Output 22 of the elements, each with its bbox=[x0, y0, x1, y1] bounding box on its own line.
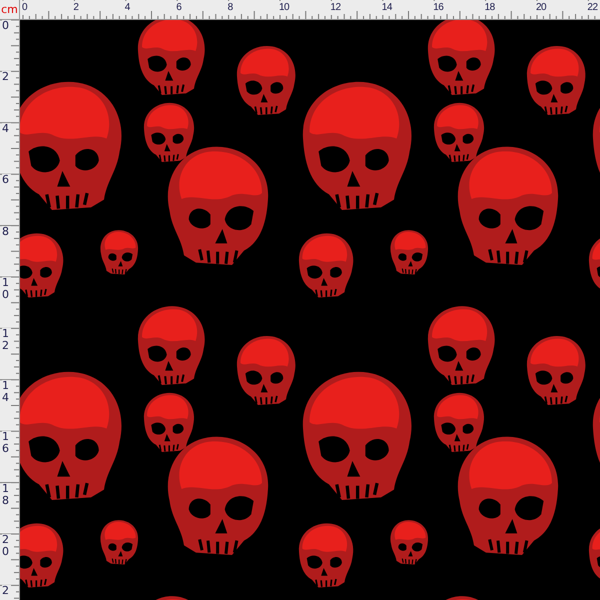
ruler-number: 0 bbox=[22, 1, 28, 15]
ruler-number: 6 bbox=[2, 174, 11, 186]
units-label: cm bbox=[0, 0, 20, 20]
ruler-number: 8 bbox=[2, 226, 11, 238]
ruler-number: 14 bbox=[382, 1, 392, 15]
ruler-number: 2 bbox=[73, 1, 78, 15]
ruler-number: 16 bbox=[433, 1, 444, 15]
ruler-number: 10 bbox=[279, 1, 290, 15]
ruler-number: 0 bbox=[2, 20, 11, 32]
ruler-number: 6 bbox=[176, 1, 182, 15]
ruler-number: 20 bbox=[536, 1, 546, 15]
ruler-number: 4 bbox=[2, 122, 11, 135]
ruler-number: 4 bbox=[124, 1, 130, 15]
ruler-number: 22 bbox=[587, 1, 598, 15]
ruler-number: 14 bbox=[2, 380, 11, 404]
ruler-number: 18 bbox=[2, 482, 11, 507]
ruler-number: 10 bbox=[2, 277, 11, 301]
ruler-number: 20 bbox=[2, 534, 11, 558]
ruler-number: 8 bbox=[228, 1, 233, 15]
ruler-number: 18 bbox=[484, 1, 495, 15]
ruler-number: 16 bbox=[2, 431, 11, 456]
ruler-number: 12 bbox=[330, 1, 341, 15]
